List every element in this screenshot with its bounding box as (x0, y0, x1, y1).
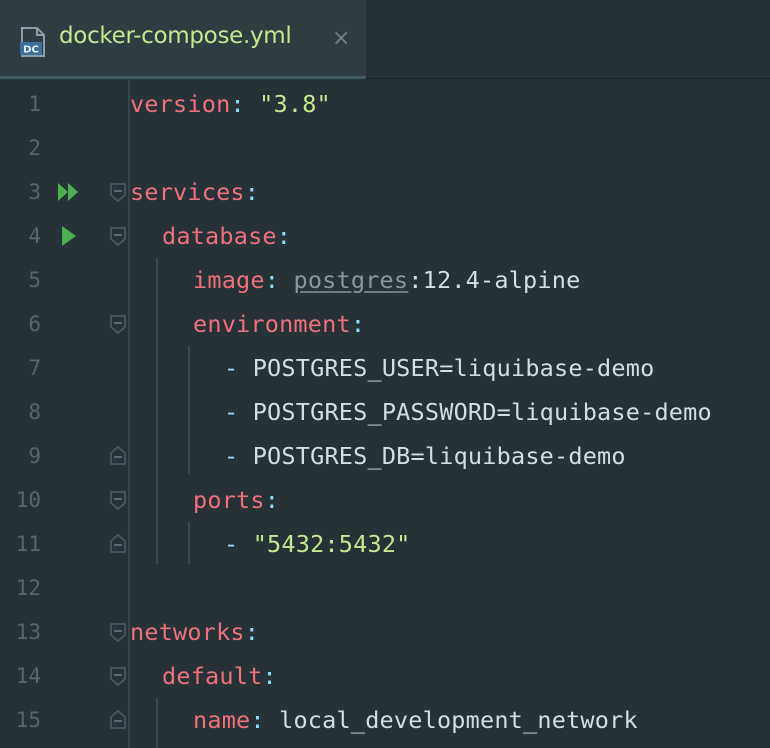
yaml-colon: : (250, 706, 265, 734)
yaml-colon: : (264, 266, 280, 294)
fold-collapse-icon[interactable] (109, 182, 127, 202)
yaml-key: environment (193, 310, 351, 338)
line-number: 5 (28, 268, 41, 292)
code-line[interactable]: 7 - POSTGRES_USER=liquibase-demo (0, 346, 770, 390)
line-number: 6 (28, 312, 41, 336)
yaml-colon: : (276, 222, 292, 250)
yaml-value: POSTGRES_USER=liquibase-demo (252, 354, 655, 382)
fold-end-icon[interactable] (109, 534, 127, 554)
line-number: 7 (28, 356, 41, 380)
fold-collapse-icon[interactable] (109, 666, 127, 686)
tab-title: docker-compose.yml (59, 23, 292, 49)
code-line[interactable]: 4 database: (0, 214, 770, 258)
code-line[interactable]: 11 - "5432:5432" (0, 522, 770, 566)
line-number: 8 (28, 400, 41, 424)
yaml-colon: : (264, 486, 280, 514)
code-line[interactable]: 10 ports: (0, 478, 770, 522)
fold-collapse-icon[interactable] (109, 314, 127, 334)
yaml-list-dash: - (224, 530, 253, 558)
code-line[interactable]: 3 services: (0, 170, 770, 214)
yaml-value: local_development_network (264, 706, 638, 734)
yaml-key: networks (130, 618, 245, 646)
editor-tab-bar: DC docker-compose.yml × (0, 0, 770, 79)
yaml-key: version (130, 90, 231, 118)
tab-icon-label: DC (23, 45, 39, 56)
code-line[interactable]: 13 networks: (0, 610, 770, 654)
code-line[interactable]: 12 (0, 566, 770, 610)
yaml-list-dash: - (224, 442, 253, 470)
line-number: 2 (28, 136, 41, 160)
yaml-value: POSTGRES_PASSWORD=liquibase-demo (252, 398, 712, 426)
line-number: 13 (15, 620, 41, 644)
fold-collapse-icon[interactable] (109, 490, 127, 510)
yaml-key: image (193, 266, 265, 294)
code-editor[interactable]: 1 version: "3.8" 2 3 services: 4 databas… (0, 80, 770, 748)
fold-collapse-icon[interactable] (109, 226, 127, 246)
code-line[interactable]: 6 environment: (0, 302, 770, 346)
line-number: 9 (28, 444, 41, 468)
line-number: 10 (15, 488, 41, 512)
line-number: 15 (15, 708, 41, 732)
yaml-key: name (193, 706, 251, 734)
yaml-colon: : (230, 90, 245, 118)
yaml-value: POSTGRES_DB=liquibase-demo (252, 442, 626, 470)
yaml-value: "3.8" (244, 90, 331, 118)
close-icon[interactable]: × (332, 26, 350, 51)
line-number: 4 (28, 224, 41, 248)
yaml-list-dash: - (224, 398, 253, 426)
yaml-key: services (130, 178, 245, 206)
yaml-value: "5432:5432" (252, 530, 411, 558)
line-number: 11 (15, 532, 41, 556)
yaml-value: :12.4-alpine (408, 266, 581, 294)
tab-docker-compose[interactable]: DC docker-compose.yml × (0, 0, 366, 79)
fold-end-icon[interactable] (109, 710, 127, 730)
fold-collapse-icon[interactable] (109, 622, 127, 642)
line-number: 12 (15, 576, 41, 600)
code-line[interactable]: 14 default: (0, 654, 770, 698)
code-line[interactable]: 15 name: local_development_network (0, 698, 770, 742)
code-line[interactable]: 1 version: "3.8" (0, 82, 770, 126)
line-number: 14 (15, 664, 41, 688)
line-number: 1 (28, 92, 41, 116)
yaml-colon: : (244, 178, 260, 206)
yaml-colon: : (244, 618, 260, 646)
yaml-key: database (162, 222, 277, 250)
code-line[interactable]: 9 - POSTGRES_DB=liquibase-demo (0, 434, 770, 478)
code-line[interactable]: 5 image: postgres:12.4-alpine (0, 258, 770, 302)
run-icon[interactable] (56, 224, 82, 248)
image-reference-link[interactable]: postgres (293, 266, 408, 294)
line-number: 3 (28, 180, 41, 204)
run-all-icon[interactable] (56, 180, 82, 204)
code-line[interactable]: 8 - POSTGRES_PASSWORD=liquibase-demo (0, 390, 770, 434)
yaml-key: default (162, 662, 263, 690)
docker-compose-file-icon: DC (20, 27, 45, 57)
fold-end-icon[interactable] (109, 446, 127, 466)
yaml-colon: : (350, 310, 366, 338)
code-line[interactable]: 2 (0, 126, 770, 170)
yaml-colon: : (262, 662, 277, 690)
yaml-list-dash: - (224, 354, 253, 382)
yaml-key: ports (193, 486, 265, 514)
yaml-space (279, 266, 293, 294)
